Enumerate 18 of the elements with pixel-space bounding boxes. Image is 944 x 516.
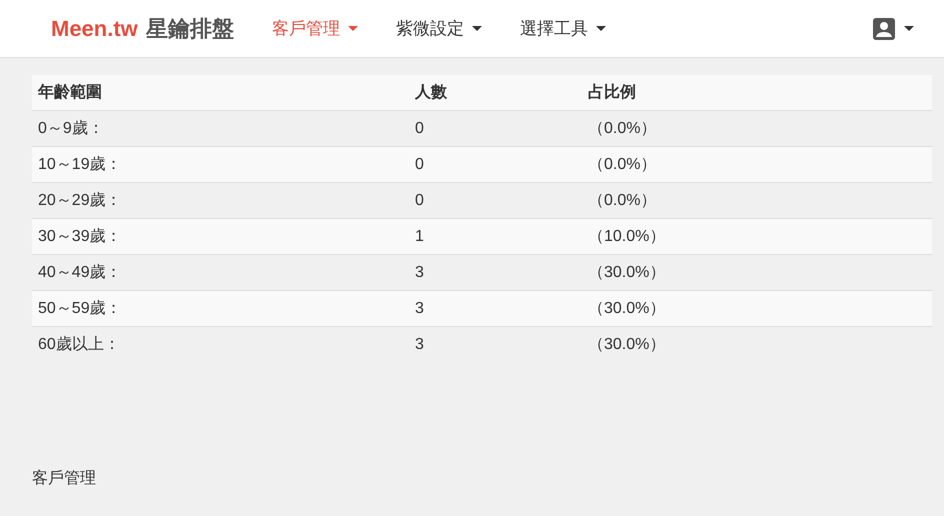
brand-logo[interactable]: Meen.tw — [51, 16, 138, 42]
table-cell: （30.0%） — [582, 326, 932, 362]
column-header: 占比例 — [582, 75, 932, 110]
caret-icon — [348, 26, 358, 31]
table-cell: 60歲以上： — [32, 326, 409, 362]
nav-menu[interactable]: 紫微設定 — [396, 17, 482, 40]
footer-text: 客戶管理 — [32, 468, 97, 489]
nav-menu[interactable]: 選擇工具 — [520, 17, 606, 40]
user-icon — [872, 16, 896, 40]
caret-icon — [472, 26, 482, 31]
column-header: 年齡範圍 — [32, 75, 409, 110]
caret-icon — [904, 26, 914, 31]
nav-menu[interactable]: 客戶管理 — [272, 17, 358, 40]
caret-icon — [596, 26, 606, 31]
user-menu[interactable] — [872, 16, 914, 40]
column-header: 人數 — [409, 75, 582, 110]
brand-name[interactable]: 星鑰排盤 — [146, 14, 234, 44]
table-cell: 3 — [409, 326, 582, 362]
